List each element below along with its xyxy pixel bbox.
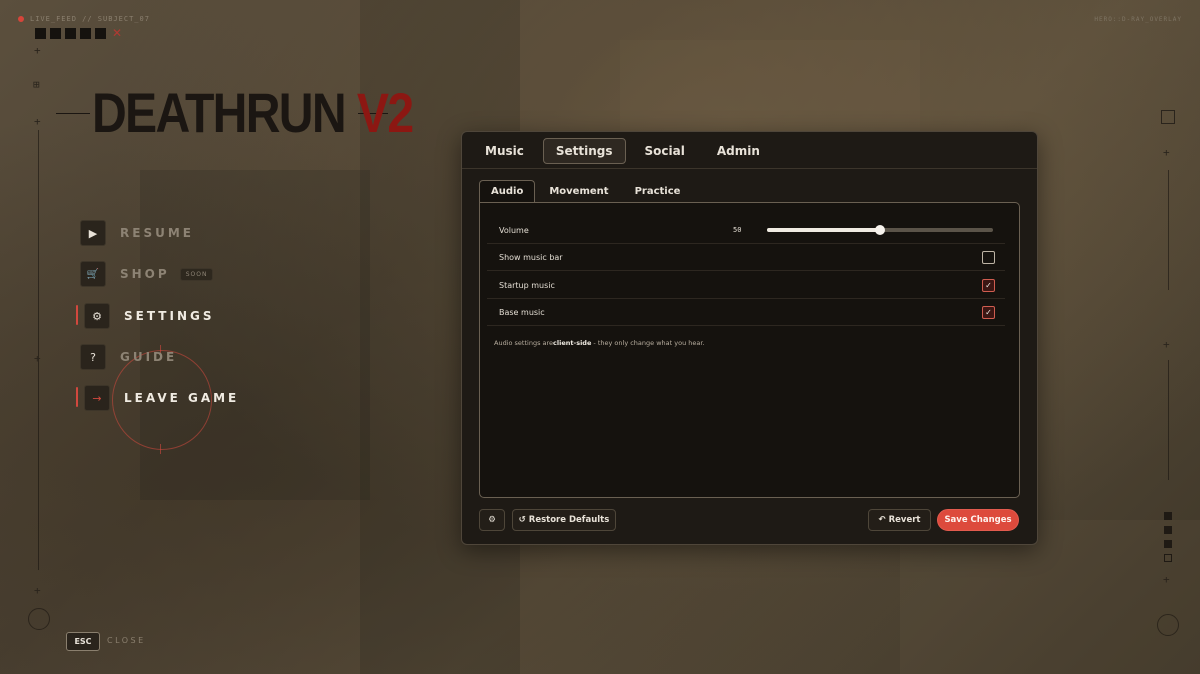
setting-row-startup-music: Startup music ✓ [487, 272, 1005, 299]
game-logo: DEATHRUN V2 [92, 80, 414, 145]
right-rail [1168, 360, 1169, 480]
crosshair-icon [1157, 614, 1179, 636]
overlay-label: HERO::D-RAY_OVERLAY [1094, 16, 1182, 23]
settings-panel: Music Settings Social Admin Audio Moveme… [461, 131, 1038, 545]
menu-item-label: GUIDE [120, 350, 178, 364]
subtab-movement[interactable]: Movement [537, 180, 620, 203]
tabs-divider [462, 168, 1037, 169]
menu-item-label: SHOP [120, 267, 170, 281]
audio-settings-content: Volume 50 Show music bar Startup music ✓… [479, 202, 1020, 498]
soon-badge: SOON [179, 267, 214, 281]
base-music-checkbox[interactable]: ✓ [982, 305, 995, 319]
menu-item-guide[interactable]: ? GUIDE [80, 344, 177, 370]
hud-square [1164, 526, 1172, 534]
hud-square [1164, 540, 1172, 548]
crosshair-icon [28, 608, 50, 630]
hud-square [95, 27, 106, 39]
volume-slider-thumb[interactable] [875, 225, 885, 235]
hud-square [1164, 554, 1172, 562]
menu-item-resume[interactable]: ▶ RESUME [80, 220, 194, 246]
hud-square [35, 27, 46, 39]
volume-slider-fill [767, 228, 880, 232]
note-bold: client-side [553, 339, 592, 347]
tab-social[interactable]: Social [632, 138, 698, 164]
tab-admin[interactable]: Admin [704, 138, 773, 164]
setting-row-base-music: Base music ✓ [487, 299, 1005, 326]
sub-tabs: Audio Movement Practice [479, 180, 692, 203]
hud-square [50, 27, 61, 39]
subtab-audio[interactable]: Audio [479, 180, 536, 203]
live-feed-indicator: LIVE_FEED // SUBJECT_07 [18, 15, 150, 23]
active-indicator [76, 387, 78, 407]
subtab-practice[interactable]: Practice [623, 180, 693, 203]
hud-squares: ✕ [35, 26, 122, 40]
record-dot-icon [18, 16, 24, 22]
save-changes-button[interactable]: Save Changes [937, 509, 1019, 531]
menu-item-settings[interactable]: ⚙ SETTINGS [84, 303, 215, 329]
setting-row-show-music-bar: Show music bar [487, 244, 1005, 271]
menu-item-label: SETTINGS [124, 309, 215, 323]
restore-defaults-button[interactable]: ↺ Restore Defaults [512, 509, 616, 531]
logo-title: DEATHRUN [92, 81, 347, 144]
option-label: Startup music [499, 280, 555, 290]
active-indicator [76, 305, 78, 325]
gear-icon: ⚙ [488, 515, 496, 525]
menu-item-shop[interactable]: 🛒 SHOP SOON [80, 261, 214, 287]
plus-mark-icon: + [34, 584, 41, 597]
note-suffix: - they only change what you hear. [591, 339, 705, 347]
setting-row-volume: Volume 50 [487, 217, 1005, 244]
plus-mark-icon: + [34, 352, 41, 365]
logo-line-left [56, 113, 90, 114]
menu-item-leave-game[interactable]: → LEAVE GAME [84, 385, 239, 411]
tab-settings[interactable]: Settings [542, 138, 626, 164]
startup-music-checkbox[interactable]: ✓ [982, 278, 995, 292]
menu-item-label: RESUME [120, 226, 194, 240]
esc-key[interactable]: ESC [66, 632, 100, 651]
hud-square [1164, 512, 1172, 520]
panel-settings-button[interactable]: ⚙ [479, 509, 505, 531]
close-mark-icon: ✕ [112, 26, 123, 40]
play-icon: ▶ [80, 220, 106, 246]
exit-icon: → [84, 385, 110, 411]
grid-mark-icon: ⊞ [33, 78, 40, 91]
option-label: Base music [499, 307, 545, 317]
question-icon: ? [80, 344, 106, 370]
tab-music[interactable]: Music [472, 138, 537, 164]
volume-label: Volume [499, 225, 529, 235]
plus-mark-icon: + [1163, 146, 1170, 159]
plus-mark-icon: + [34, 44, 41, 57]
cart-icon: 🛒 [80, 261, 106, 287]
hud-right-squares [1164, 512, 1172, 562]
volume-slider[interactable] [767, 225, 993, 235]
volume-value: 50 [733, 226, 742, 234]
gear-icon: ⚙ [84, 303, 110, 329]
show-music-bar-checkbox[interactable] [982, 250, 995, 264]
menu-item-label: LEAVE GAME [124, 391, 240, 405]
plus-mark-icon: + [1163, 573, 1170, 586]
main-tabs: Music Settings Social Admin [472, 138, 773, 164]
close-label: CLOSE [107, 636, 146, 645]
revert-button[interactable]: ↶ Revert [868, 509, 931, 531]
right-rail [1168, 170, 1169, 290]
audio-note: Audio settings areclient-side - they onl… [494, 339, 705, 347]
option-label: Show music bar [499, 252, 563, 262]
left-rail [38, 130, 39, 570]
hud-frame-square [1161, 110, 1175, 124]
plus-mark-icon: + [1163, 338, 1170, 351]
note-prefix: Audio settings are [494, 339, 554, 347]
logo-version: V2 [356, 81, 414, 144]
feed-label: LIVE_FEED // SUBJECT_07 [30, 15, 150, 23]
hud-square [80, 27, 91, 39]
hud-square [65, 27, 76, 39]
reticle-tick [160, 444, 161, 454]
plus-mark-icon: + [34, 115, 41, 128]
